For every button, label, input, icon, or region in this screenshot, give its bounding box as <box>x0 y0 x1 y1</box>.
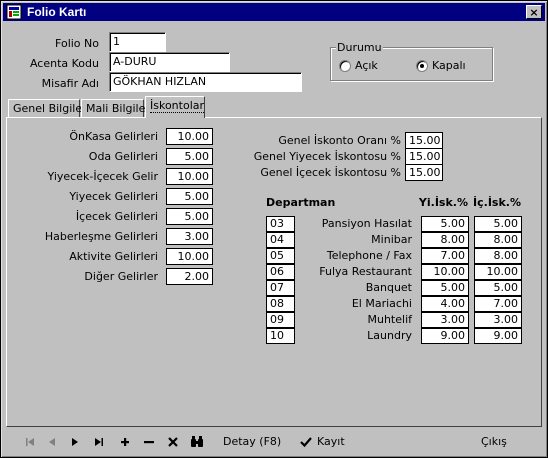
dept-drink-field[interactable]: 7.00 <box>474 296 522 312</box>
dept-food-field[interactable]: 10.00 <box>421 264 469 280</box>
dept-drink-field[interactable]: 5.00 <box>474 216 522 232</box>
close-button[interactable]: × <box>526 5 542 19</box>
dept-drink-field[interactable]: 9.00 <box>474 328 522 344</box>
dept-drink-field[interactable]: 5.00 <box>474 280 522 296</box>
income-label: Yiyecek Gelirleri <box>69 190 158 203</box>
tab-iskontolar-label: İskontolar <box>150 99 205 113</box>
dept-code[interactable]: 03 <box>266 216 295 232</box>
kayit-button[interactable]: Kayıt <box>317 433 345 451</box>
binoculars-icon[interactable] <box>189 433 205 451</box>
dept-drink-field[interactable]: 10.00 <box>474 264 522 280</box>
checkmark-icon[interactable] <box>298 433 314 451</box>
dept-code[interactable]: 09 <box>266 312 295 328</box>
tab-mali-bilgiler[interactable]: Mali Bilgiler <box>81 99 150 118</box>
dept-code[interactable]: 06 <box>266 264 295 280</box>
dept-food-field[interactable]: 7.00 <box>421 248 469 264</box>
acenta-kodu-field[interactable]: A-DURU <box>109 52 230 72</box>
dept-name: Muhtelif <box>367 313 413 326</box>
income-field[interactable]: 10.00 <box>166 128 213 145</box>
misafir-adi-label: Misafir Adı <box>41 77 99 90</box>
dept-name: Fulya Restaurant <box>319 265 412 278</box>
income-field[interactable]: 10.00 <box>166 248 213 265</box>
navigation-toolbar: Detay (F8) Kayıt Çıkış <box>4 429 544 455</box>
income-label: ÖnKasa Gelirleri <box>69 130 158 143</box>
tab-iskontolar[interactable]: İskontolar <box>145 96 205 118</box>
dept-name: Telephone / Fax <box>326 249 412 262</box>
income-field[interactable]: 10.00 <box>166 168 213 185</box>
kapali-radio[interactable] <box>416 60 428 72</box>
dept-drink-field[interactable]: 3.00 <box>474 312 522 328</box>
drink-discount-header: İç.İsk.% <box>473 196 521 209</box>
dept-drink-field[interactable]: 8.00 <box>474 232 522 248</box>
dept-name: Pansiyon Hasılat <box>321 217 412 230</box>
income-field[interactable]: 2.00 <box>166 268 213 285</box>
dept-name: Laundry <box>367 329 412 342</box>
folio-window: Folio Kartı × Folio No 1 Acenta Kodu A-D… <box>0 0 548 458</box>
income-field[interactable]: 5.00 <box>166 148 213 165</box>
food-discount-header: Yi.İsk.% <box>418 196 468 209</box>
general-discount-label: Genel Yiyecek İskontosu % <box>253 150 401 163</box>
dept-food-field[interactable]: 9.00 <box>421 328 469 344</box>
cikis-button[interactable]: Çıkış <box>481 433 507 451</box>
detay-button[interactable]: Detay (F8) <box>223 433 281 451</box>
first-record-icon[interactable] <box>22 433 38 451</box>
acik-label[interactable]: Açık <box>355 59 378 72</box>
income-label: Diğer Gelirler <box>84 270 158 283</box>
acik-radio[interactable] <box>339 60 351 72</box>
misafir-adi-field[interactable]: GÖKHAN HIZLAN <box>109 72 302 92</box>
folio-no-field[interactable]: 1 <box>109 32 166 52</box>
title-bar[interactable]: Folio Kartı × <box>3 3 545 21</box>
dept-name: Minibar <box>371 233 412 246</box>
durum-legend: Durumu <box>336 41 383 54</box>
departman-header: Departman <box>266 196 336 209</box>
income-label: Oda Gelirleri <box>88 150 158 163</box>
dept-food-field[interactable]: 4.00 <box>421 296 469 312</box>
kapali-label[interactable]: Kapalı <box>432 59 466 72</box>
prior-record-icon[interactable] <box>44 433 60 451</box>
dept-name: El Mariachi <box>351 297 412 310</box>
income-label: Yiyecek-İçecek Gelir <box>47 170 158 183</box>
acenta-kodu-label: Acenta Kodu <box>29 57 99 70</box>
folio-no-label: Folio No <box>55 37 99 50</box>
cancel-icon[interactable] <box>165 433 181 451</box>
last-record-icon[interactable] <box>91 433 107 451</box>
dept-food-field[interactable]: 5.00 <box>421 216 469 232</box>
general-discount-field[interactable]: 15.00 <box>405 148 443 165</box>
dept-name: Banquet <box>365 281 412 294</box>
income-label: Aktivite Gelirleri <box>69 250 158 263</box>
dept-code[interactable]: 07 <box>266 280 295 296</box>
income-label: Haberleşme Gelirleri <box>44 230 158 243</box>
insert-icon[interactable] <box>117 433 133 451</box>
income-field[interactable]: 3.00 <box>166 228 213 245</box>
delete-icon[interactable] <box>141 433 157 451</box>
next-record-icon[interactable] <box>67 433 83 451</box>
income-field[interactable]: 5.00 <box>166 208 213 225</box>
dept-food-field[interactable]: 3.00 <box>421 312 469 328</box>
dept-drink-field[interactable]: 8.00 <box>474 248 522 264</box>
dept-food-field[interactable]: 5.00 <box>421 280 469 296</box>
window-title: Folio Kartı <box>27 5 87 19</box>
dept-code[interactable]: 04 <box>266 232 295 248</box>
dept-code[interactable]: 08 <box>266 296 295 312</box>
general-discount-label: Genel İskonto Oranı % <box>278 134 401 147</box>
tab-genel-bilgiler[interactable]: Genel Bilgiler <box>8 99 87 118</box>
app-icon <box>6 4 22 20</box>
dept-code[interactable]: 10 <box>266 328 295 344</box>
durum-group: Durumu Açık Kapalı <box>330 41 493 81</box>
general-discount-field[interactable]: 15.00 <box>405 132 443 149</box>
income-field[interactable]: 5.00 <box>166 188 213 205</box>
general-discount-field[interactable]: 15.00 <box>405 164 443 181</box>
income-label: İçecek Gelirleri <box>75 210 158 223</box>
general-discount-label: Genel İçecek İskontosu % <box>260 166 401 179</box>
dept-food-field[interactable]: 8.00 <box>421 232 469 248</box>
dept-code[interactable]: 05 <box>266 248 295 264</box>
